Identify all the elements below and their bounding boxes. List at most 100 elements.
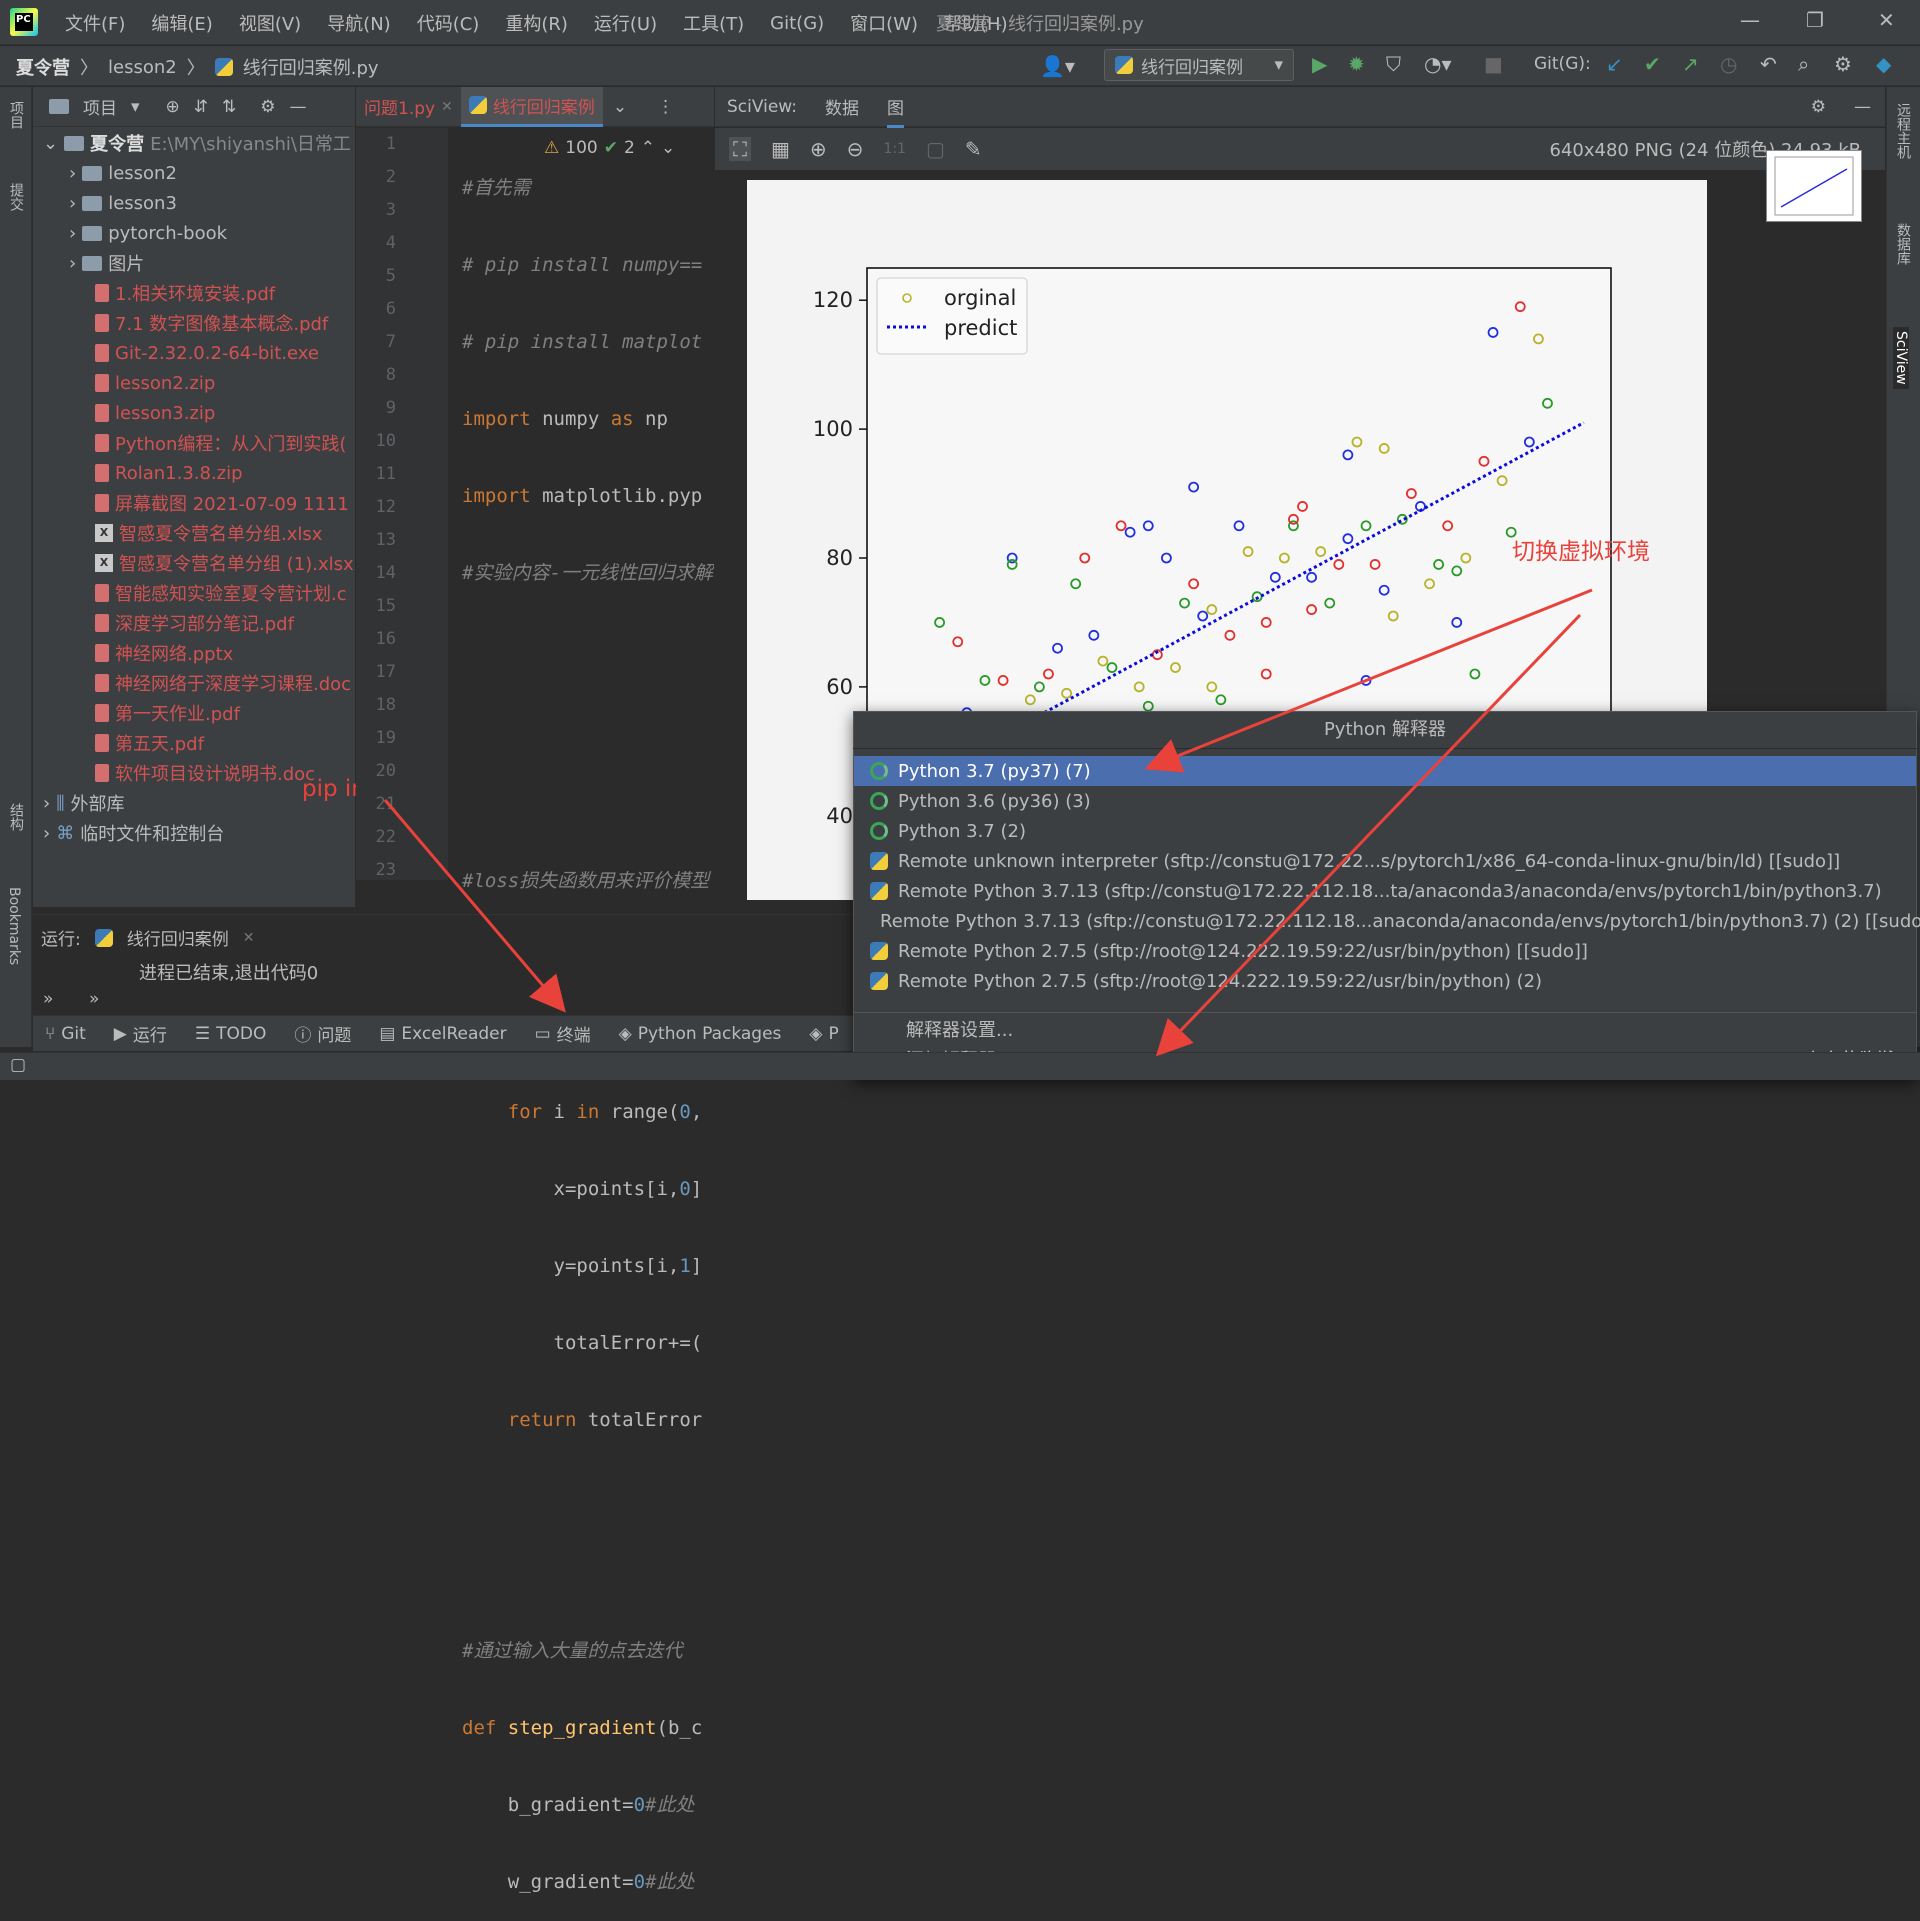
tab-problem1[interactable]: 问题1.py ✕ <box>356 87 461 127</box>
expand-all-icon[interactable]: ⇵ <box>194 97 208 117</box>
gear-icon[interactable]: ⚙ <box>260 97 275 117</box>
tree-file[interactable]: 7.1 数字图像基本概念.pdf <box>33 308 355 338</box>
tab-data[interactable]: 数据 <box>825 94 859 119</box>
chevron-up-icon[interactable]: ⌃ <box>641 138 655 158</box>
tool-tab-project[interactable]: 项目 <box>6 101 26 129</box>
tree-file[interactable]: 深度学习部分笔记.pdf <box>33 608 355 638</box>
menu-item[interactable]: Git(G) <box>757 13 837 34</box>
grid-icon[interactable]: ▦ <box>771 137 790 161</box>
more-icon[interactable]: » <box>43 989 53 1009</box>
tree-folder[interactable]: › lesson2 <box>33 158 355 188</box>
tree-file[interactable]: 神经网络.pptx <box>33 638 355 668</box>
layout-icon[interactable]: ▢ <box>10 1055 26 1075</box>
bottom-tab[interactable]: ▶ 运行 <box>114 1021 167 1047</box>
git-push-icon[interactable]: ↗ <box>1682 52 1699 76</box>
menu-item[interactable]: 视图(V) <box>226 10 314 36</box>
project-header-label[interactable]: 项目 <box>83 94 117 119</box>
bottom-tab[interactable]: ▭ 终端 <box>535 1021 591 1047</box>
inspection-widget[interactable]: ⚠ 100 ✔ 2 ⌃ ⌄ <box>540 138 680 158</box>
tree-file[interactable]: 第五天.pdf <box>33 728 355 758</box>
interpreter-item[interactable]: Remote Python 3.7.13 (sftp://constu@172.… <box>854 906 1920 936</box>
collapse-all-icon[interactable]: ⇅ <box>222 97 236 117</box>
tool-tab-bookmarks[interactable]: Bookmarks <box>6 887 22 965</box>
menu-item[interactable]: 文件(F) <box>52 10 138 36</box>
tree-file[interactable]: Git-2.32.0.2-64-bit.exe <box>33 338 355 368</box>
interpreter-settings-item[interactable]: 解释器设置... <box>906 1016 1013 1042</box>
tree-file[interactable]: Python编程：从入门到实践( <box>33 428 355 458</box>
tree-file[interactable]: 1.相关环境安装.pdf <box>33 278 355 308</box>
bottom-tab[interactable]: ⑂ Git <box>45 1024 86 1044</box>
close-icon[interactable]: ✕ <box>1878 8 1895 32</box>
tree-file[interactable]: 神经网络于深度学习课程.doc <box>33 668 355 698</box>
breadcrumb-project[interactable]: 夏令营 <box>16 54 70 80</box>
menu-item[interactable]: 运行(U) <box>581 10 670 36</box>
gear-icon[interactable]: ⚙ <box>1811 97 1826 117</box>
tool-tab-structure[interactable]: 结构 <box>6 803 26 831</box>
hide-icon[interactable]: — <box>290 97 307 117</box>
tab-plot[interactable]: 图 <box>887 94 905 128</box>
tree-file[interactable]: X 智感夏令营名单分组.xlsx <box>33 518 355 548</box>
chevron-down-icon[interactable]: ⌄ <box>613 97 627 117</box>
menu-item[interactable]: 代码(C) <box>404 10 493 36</box>
tool-tab-remote-host[interactable]: 远程主机 <box>1893 103 1913 159</box>
interpreter-item[interactable]: Remote Python 2.7.5 (sftp://root@124.222… <box>854 936 1916 966</box>
restore-icon[interactable]: ❐ <box>1806 8 1824 32</box>
breadcrumb-file[interactable]: 线行回归案例.py <box>243 54 379 80</box>
bottom-tab[interactable]: ◈ Python Packages <box>619 1024 782 1044</box>
debug-icon[interactable]: ✹ <box>1348 52 1365 76</box>
tree-file[interactable]: 屏幕截图 2021-07-09 1111 <box>33 488 355 518</box>
history-icon[interactable]: ◷ <box>1720 52 1737 76</box>
tool-tab-database[interactable]: 数据库 <box>1893 223 1913 265</box>
close-icon[interactable]: ✕ <box>441 99 453 115</box>
chevron-down-icon[interactable]: ▾ <box>131 97 140 117</box>
interpreter-item[interactable]: Python 3.7 (2) <box>854 816 1916 846</box>
zoom-in-icon[interactable]: ⊕ <box>810 137 827 161</box>
git-update-icon[interactable]: ↙ <box>1606 52 1623 76</box>
profile-icon[interactable]: ◔▾ <box>1424 52 1452 76</box>
interpreter-item[interactable]: Python 3.6 (py36) (3) <box>854 786 1916 816</box>
git-commit-icon[interactable]: ✔ <box>1644 52 1661 76</box>
menu-item[interactable]: 导航(N) <box>314 10 404 36</box>
tree-file[interactable]: 智能感知实验室夏令营计划.c <box>33 578 355 608</box>
interpreter-item[interactable]: Remote Python 2.7.5 (sftp://root@124.222… <box>854 966 1916 996</box>
bottom-tab[interactable]: ☰ TODO <box>195 1024 267 1044</box>
tool-tab-commit[interactable]: 提交 <box>6 183 26 211</box>
tree-file[interactable]: lesson3.zip <box>33 398 355 428</box>
rollback-icon[interactable]: ↶ <box>1760 52 1777 76</box>
run-icon[interactable]: ▶ <box>1312 52 1327 76</box>
menu-item[interactable]: 重构(R) <box>492 10 581 36</box>
tree-scratches[interactable]: › ⌘ 临时文件和控制台 <box>33 818 355 848</box>
user-icon[interactable]: 👤▾ <box>1040 54 1075 78</box>
minimize-icon[interactable]: — <box>1740 8 1760 32</box>
tab-linear-regression[interactable]: 线行回归案例 <box>460 86 603 127</box>
interpreter-item[interactable]: Remote Python 3.7.13 (sftp://constu@172.… <box>854 876 1916 906</box>
run-tab[interactable]: 线行回归案例 <box>127 925 229 950</box>
close-icon[interactable]: ✕ <box>243 930 255 946</box>
tree-file[interactable]: lesson2.zip <box>33 368 355 398</box>
actual-size-icon[interactable]: 1:1 <box>883 141 906 157</box>
interpreter-item[interactable]: Remote unknown interpreter (sftp://const… <box>854 846 1916 876</box>
tree-file[interactable]: X 智感夏令营名单分组 (1).xlsx <box>33 548 355 578</box>
tree-folder[interactable]: › lesson3 <box>33 188 355 218</box>
menu-item[interactable]: 编辑(E) <box>138 10 225 36</box>
coverage-icon[interactable]: ⛉ <box>1386 52 1401 76</box>
tree-root[interactable]: ⌄ 夏令营 E:\MY\shiyanshi\日常工 <box>33 128 355 158</box>
tool-tab-sciview[interactable]: SciView <box>1893 327 1909 389</box>
plot-thumbnail[interactable] <box>1766 150 1862 222</box>
locate-icon[interactable]: ⊕ <box>166 97 180 117</box>
bottom-tab[interactable]: ▤ ExcelReader <box>379 1024 506 1044</box>
bottom-tab[interactable]: ◈ P <box>809 1024 838 1044</box>
tree-folder[interactable]: › 图片 <box>33 248 355 278</box>
more-icon[interactable]: » <box>89 989 99 1009</box>
settings-icon[interactable]: ⚙ <box>1834 52 1852 76</box>
tree-file[interactable]: Rolan1.3.8.zip <box>33 458 355 488</box>
pycharm-update-icon[interactable]: ◆ <box>1876 52 1891 76</box>
tree-file[interactable]: 第一天作业.pdf <box>33 698 355 728</box>
color-picker-icon[interactable]: ✎ <box>965 137 982 161</box>
menu-item[interactable]: 工具(T) <box>670 10 757 36</box>
bottom-tab[interactable]: ⓘ 问题 <box>294 1021 351 1046</box>
interpreter-item[interactable]: Python 3.7 (py37) (7) <box>854 756 1916 786</box>
run-config-select[interactable]: 线行回归案例 ▾ <box>1104 49 1294 81</box>
search-icon[interactable]: ⌕ <box>1798 52 1809 76</box>
fit-window-icon[interactable]: ▢ <box>926 137 945 161</box>
